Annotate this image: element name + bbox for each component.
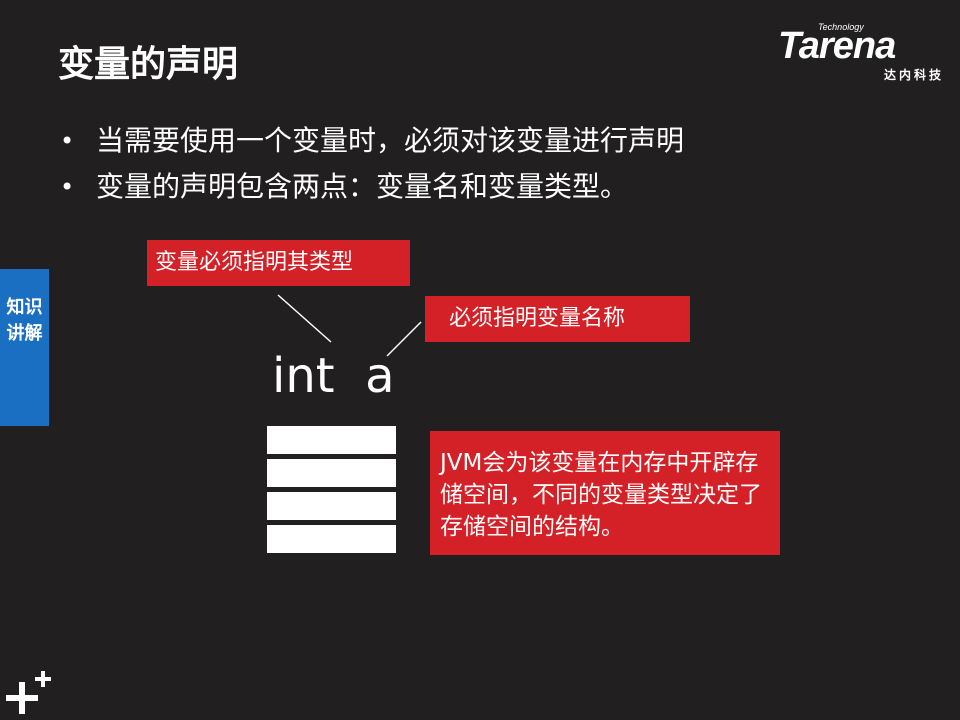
bullet-text: 当需要使用一个变量时，必须对该变量进行声明: [96, 124, 685, 157]
tarena-logo: Technology Tarena 达内科技: [778, 22, 948, 84]
bullet-list: • 当需要使用一个变量时，必须对该变量进行声明 • 变量的声明包含两点：变量名和…: [58, 120, 684, 212]
bullet-text: 变量的声明包含两点：变量名和变量类型。: [96, 170, 629, 203]
plus-icon: [6, 671, 51, 714]
bullet-item: • 变量的声明包含两点：变量名和变量类型。: [58, 166, 684, 208]
slide-title: 变量的声明: [58, 44, 239, 85]
memory-cell: [267, 426, 396, 454]
connector-line-type: [277, 294, 332, 343]
memory-cell: [267, 459, 396, 487]
memory-cell: [267, 492, 396, 520]
bullet-dot-icon: •: [60, 173, 75, 201]
callout-name: 必须指明变量名称: [425, 296, 690, 342]
side-tab[interactable]: 知识讲解: [0, 269, 49, 426]
callout-type: 变量必须指明其类型: [147, 240, 410, 286]
logo-subtitle: 达内科技: [883, 68, 944, 82]
code-declaration: int a: [272, 348, 395, 404]
side-tab-label: 知识讲解: [6, 297, 43, 344]
callout-jvm: JVM会为该变量在内存中开辟存储空间，不同的变量类型决定了存储空间的结构。: [430, 431, 780, 555]
memory-block: [267, 426, 396, 558]
memory-cell: [267, 525, 396, 553]
connector-lines: [277, 294, 422, 357]
logo-name: Tarena: [778, 25, 896, 67]
bullet-item: • 当需要使用一个变量时，必须对该变量进行声明: [58, 120, 684, 162]
bullet-dot-icon: •: [60, 127, 75, 155]
